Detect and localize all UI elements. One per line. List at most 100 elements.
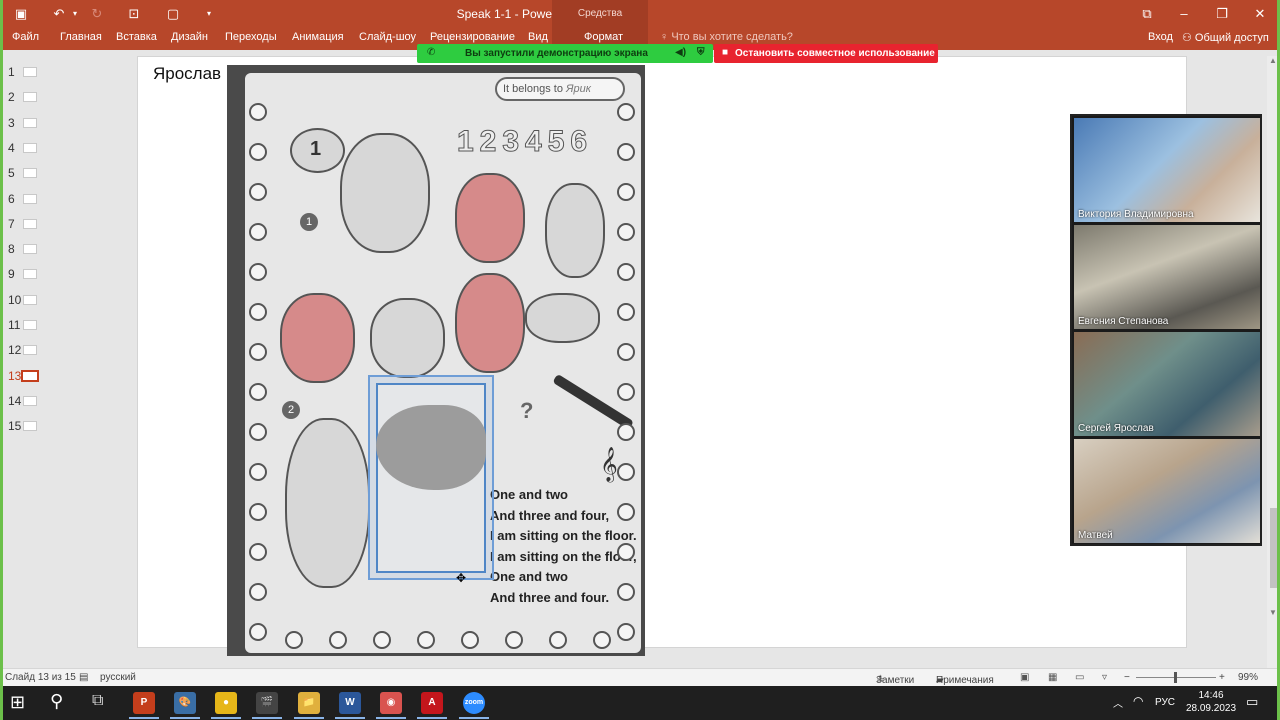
slide-thumbnail-preview	[23, 244, 37, 255]
slide-counter: Слайд 13 из 15	[5, 672, 76, 683]
flower-decoration	[249, 503, 267, 521]
slide-thumbnail[interactable]: 12	[0, 341, 56, 361]
taskbar-chrome-icon[interactable]: ●	[215, 692, 237, 714]
running-indicator	[129, 717, 159, 719]
spellcheck-icon[interactable]: ▤	[79, 672, 88, 683]
taskbar-powerpoint-icon[interactable]: P	[133, 692, 155, 714]
tray-chevron-icon[interactable]: ︿	[1113, 695, 1123, 710]
speaker-icon[interactable]: ◀)	[675, 47, 686, 58]
minimize-button[interactable]: –	[1175, 5, 1193, 23]
frog-drawing	[370, 298, 445, 378]
slide-thumbnail[interactable]: 2	[0, 88, 56, 108]
tell-me-box[interactable]: ♀ Что вы хотите сделать?	[660, 31, 793, 43]
tab-design[interactable]: Дизайн	[171, 31, 208, 43]
participant-video[interactable]: Евгения Степанова	[1074, 225, 1260, 329]
slide-thumbnail-number: 9	[8, 267, 15, 282]
zoom-out-icon[interactable]: −	[1124, 672, 1130, 683]
tab-home[interactable]: Главная	[60, 31, 102, 43]
participant-video[interactable]: Сергей Ярослав	[1074, 332, 1260, 436]
slide-sorter-icon[interactable]: ▦	[1048, 672, 1057, 683]
tab-format[interactable]: Формат	[584, 31, 623, 43]
slide-thumbnail-number: 10	[8, 292, 22, 307]
flower-decoration	[505, 631, 523, 649]
slide-thumbnail[interactable]: 4	[0, 139, 56, 159]
maximize-button[interactable]: ❐	[1213, 5, 1231, 23]
video-participants-panel[interactable]: Виктория Владимировна Евгения Степанова …	[1070, 114, 1262, 546]
slide-thumbnail[interactable]: 9	[0, 265, 56, 285]
taskbar-word-icon[interactable]: W	[339, 692, 361, 714]
slide-thumbnail[interactable]: 1	[0, 63, 56, 83]
taskbar-acrobat-icon[interactable]: A	[421, 692, 443, 714]
scroll-up-icon[interactable]: ▲	[1269, 56, 1277, 65]
slide-thumbnail-preview	[23, 67, 37, 77]
zoom-in-icon[interactable]: +	[1219, 672, 1225, 683]
section-2-marker: 2	[282, 401, 300, 419]
running-indicator	[335, 717, 365, 719]
input-language[interactable]: РУС	[1155, 697, 1175, 708]
participant-video[interactable]: Матвей	[1074, 439, 1260, 543]
song-lyrics: One and two And three and four, I am sit…	[490, 487, 637, 605]
task-view-icon[interactable]: ⧉	[92, 692, 103, 710]
share-border-left	[0, 0, 3, 720]
scroll-thumb[interactable]	[1270, 508, 1277, 588]
slide-thumbnail[interactable]: 15	[0, 417, 56, 437]
language-indicator[interactable]: русский	[100, 672, 136, 683]
close-button[interactable]: ✕	[1251, 5, 1269, 23]
slide-thumbnail[interactable]: 13	[0, 367, 56, 387]
reading-view-icon[interactable]: ▭	[1075, 672, 1084, 683]
slide-thumbnail-number: 3	[8, 115, 15, 130]
slide-thumbnail-number: 8	[8, 242, 15, 257]
drawn-blob-shape[interactable]	[376, 405, 486, 490]
zoom-slider-thumb[interactable]	[1174, 672, 1177, 683]
windows-start-icon[interactable]: ⊞	[10, 692, 25, 713]
slideshow-view-icon[interactable]: ▿	[1102, 672, 1107, 683]
taskbar-video-editor-icon[interactable]: 🎬	[256, 692, 278, 714]
running-indicator	[459, 717, 489, 719]
signin-link[interactable]: Вход	[1148, 31, 1173, 43]
taskbar-explorer-icon[interactable]: 📁	[298, 692, 320, 714]
search-icon[interactable]: ⚲	[50, 691, 63, 712]
slide-thumbnail[interactable]: 8	[0, 240, 56, 260]
drawing-tools-group: Средства рисования	[552, 0, 648, 47]
flower-decoration	[461, 631, 479, 649]
wifi-icon[interactable]: ◠	[1133, 694, 1143, 708]
flower-decoration	[617, 303, 635, 321]
question-mark: ?	[520, 398, 534, 423]
slide-thumbnail[interactable]: 10	[0, 291, 56, 311]
slide-thumbnail[interactable]: 3	[0, 114, 56, 134]
scroll-down-icon[interactable]: ▼	[1269, 608, 1277, 617]
taskbar-zoom-icon[interactable]: zoom	[463, 692, 485, 714]
zoom-level[interactable]: 99%	[1238, 672, 1258, 683]
tab-transitions[interactable]: Переходы	[225, 31, 277, 43]
tab-view[interactable]: Вид	[528, 31, 548, 43]
tab-animations[interactable]: Анимация	[292, 31, 344, 43]
move-cursor-icon: ✥	[456, 571, 467, 585]
belongs-label: It belongs to Ярик	[495, 77, 625, 101]
running-indicator	[211, 717, 241, 719]
shield-icon: ⛨	[697, 47, 705, 58]
slide-thumbnail[interactable]: 6	[0, 190, 56, 210]
slide-thumbnail[interactable]: 5	[0, 164, 56, 184]
slide-thumbnail[interactable]: 14	[0, 392, 56, 412]
tab-slideshow[interactable]: Слайд-шоу	[359, 31, 416, 43]
phone-icon: ✆	[427, 47, 436, 58]
flower-decoration	[617, 543, 635, 561]
flower-decoration	[617, 103, 635, 121]
notifications-icon[interactable]: ▭	[1246, 694, 1258, 710]
taskbar-paint-icon[interactable]: 🎨	[174, 692, 196, 714]
tab-insert[interactable]: Вставка	[116, 31, 157, 43]
clock[interactable]: 14:46 28.09.2023	[1183, 689, 1239, 715]
flower-decoration	[549, 631, 567, 649]
taskbar-app-red-icon[interactable]: ◉	[380, 692, 402, 714]
normal-view-icon[interactable]: ▣	[1020, 672, 1029, 683]
slide-thumbnail[interactable]: 11	[0, 316, 56, 336]
tab-file[interactable]: Файл	[12, 31, 39, 43]
slide-label[interactable]: Ярослав	[153, 64, 221, 84]
slide-thumbnail[interactable]: 7	[0, 215, 56, 235]
ribbon-options-icon[interactable]: ⧉	[1138, 5, 1156, 23]
participant-video[interactable]: Виктория Владимировна	[1074, 118, 1260, 222]
tab-review[interactable]: Рецензирование	[430, 31, 515, 43]
stop-share-button[interactable]: ■ Остановить совместное использование	[714, 44, 938, 63]
slide-thumbnail-preview	[23, 395, 37, 406]
share-button[interactable]: ⚇ Общий доступ	[1182, 31, 1269, 44]
